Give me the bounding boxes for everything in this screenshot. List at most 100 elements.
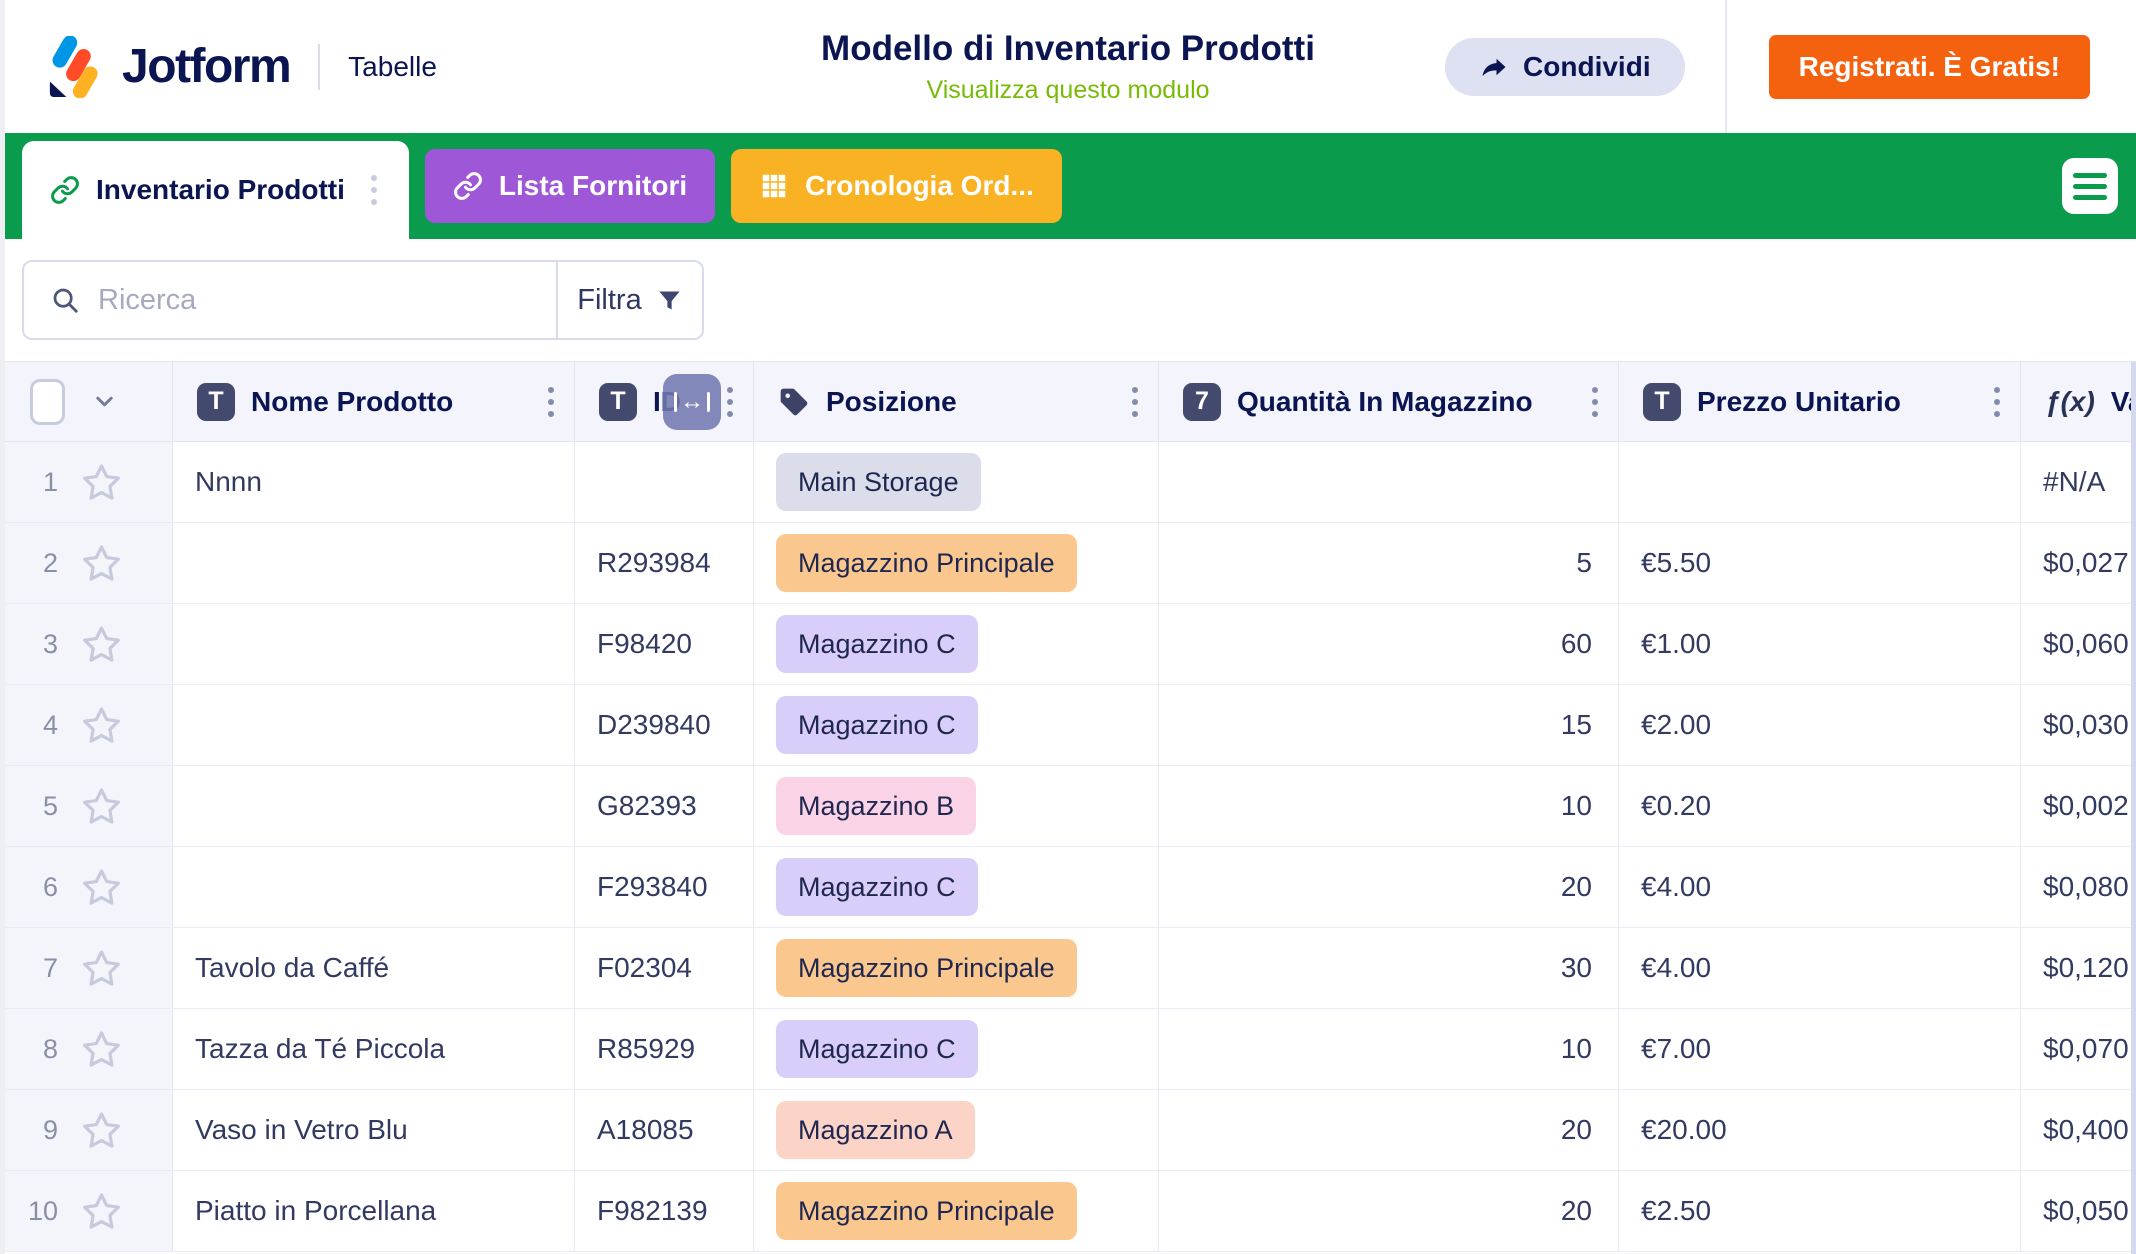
column-header-nome-prodotto[interactable]: TNome Prodotto [173, 362, 575, 441]
column-header-val[interactable]: ƒ(x)Val [2021, 362, 2136, 441]
cell-unit-price[interactable]: €2.50 [1619, 1171, 2021, 1251]
cell-location[interactable]: Magazzino C [754, 685, 1159, 765]
column-header-quantit-in-magazzino[interactable]: 7Quantità In Magazzino [1159, 362, 1619, 441]
chevron-down-icon[interactable] [91, 388, 118, 415]
cell-unit-price[interactable]: €1.00 [1619, 604, 2021, 684]
favorite-star-icon[interactable] [80, 461, 123, 504]
column-header-id[interactable]: TID↔ [575, 362, 754, 441]
row-header-cell[interactable]: 4 [0, 685, 173, 765]
cell-name[interactable] [173, 847, 575, 927]
column-menu-kebab-icon[interactable] [1990, 383, 2004, 421]
cell-unit-price[interactable]: €20.00 [1619, 1090, 2021, 1170]
cell-location[interactable]: Magazzino A [754, 1090, 1159, 1170]
signup-button[interactable]: Registrati. È Gratis! [1769, 35, 2090, 99]
favorite-star-icon[interactable] [80, 866, 123, 909]
row-header-cell[interactable]: 7 [0, 928, 173, 1008]
cell-location[interactable]: Magazzino Principale [754, 928, 1159, 1008]
cell-id[interactable]: G82393 [575, 766, 754, 846]
cell-name[interactable]: Nnnn [173, 442, 575, 522]
column-header-prezzo-unitario[interactable]: TPrezzo Unitario [1619, 362, 2021, 441]
cell-quantity[interactable]: 20 [1159, 847, 1619, 927]
search-input[interactable] [98, 284, 556, 317]
cell-value[interactable]: $0,070. [2021, 1009, 2136, 1089]
cell-quantity[interactable]: 15 [1159, 685, 1619, 765]
cell-value[interactable]: $0,120.0 [2021, 928, 2136, 1008]
cell-unit-price[interactable]: €4.00 [1619, 847, 2021, 927]
share-button[interactable]: Condividi [1445, 38, 1685, 96]
row-header-cell[interactable]: 9 [0, 1090, 173, 1170]
cell-value[interactable]: $0,002. [2021, 766, 2136, 846]
cell-id[interactable]: F982139 [575, 1171, 754, 1251]
cell-location[interactable]: Magazzino Principale [754, 1171, 1159, 1251]
cell-name[interactable]: Piatto in Porcellana [173, 1171, 575, 1251]
row-header-cell[interactable]: 10 [0, 1171, 173, 1251]
menu-button[interactable] [2062, 158, 2118, 214]
cell-quantity[interactable]: 20 [1159, 1090, 1619, 1170]
favorite-star-icon[interactable] [80, 1028, 123, 1071]
cell-id[interactable]: R85929 [575, 1009, 754, 1089]
cell-id[interactable]: A18085 [575, 1090, 754, 1170]
favorite-star-icon[interactable] [80, 1109, 123, 1152]
column-menu-kebab-icon[interactable] [367, 171, 381, 209]
tab-lista-fornitori[interactable]: Lista Fornitori [425, 149, 715, 223]
cell-location[interactable]: Magazzino Principale [754, 523, 1159, 603]
cell-id[interactable]: R293984 [575, 523, 754, 603]
favorite-star-icon[interactable] [80, 1190, 123, 1233]
cell-name[interactable]: Vaso in Vetro Blu [173, 1090, 575, 1170]
cell-quantity[interactable]: 10 [1159, 1009, 1619, 1089]
cell-id[interactable]: F02304 [575, 928, 754, 1008]
cell-id[interactable] [575, 442, 754, 522]
cell-id[interactable]: F293840 [575, 847, 754, 927]
cell-location[interactable]: Magazzino B [754, 766, 1159, 846]
cell-name[interactable]: Tazza da Té Piccola [173, 1009, 575, 1089]
cell-quantity[interactable]: 10 [1159, 766, 1619, 846]
column-menu-kebab-icon[interactable] [1588, 383, 1602, 421]
tab-cronologia-ord[interactable]: Cronologia Ord... [731, 149, 1062, 223]
row-header-cell[interactable]: 2 [0, 523, 173, 603]
row-header-cell[interactable]: 5 [0, 766, 173, 846]
select-all-checkbox[interactable] [30, 379, 65, 425]
cell-quantity[interactable]: 20 [1159, 1171, 1619, 1251]
scrollbar-track[interactable] [2131, 362, 2136, 1254]
cell-value[interactable]: $0,060. [2021, 604, 2136, 684]
cell-value[interactable]: $0,030. [2021, 685, 2136, 765]
cell-name[interactable] [173, 766, 575, 846]
column-header-posizione[interactable]: Posizione [754, 362, 1159, 441]
cell-location[interactable]: Main Storage [754, 442, 1159, 522]
favorite-star-icon[interactable] [80, 623, 123, 666]
column-menu-kebab-icon[interactable] [544, 383, 558, 421]
column-resize-handle-icon[interactable]: ↔ [663, 374, 721, 430]
cell-unit-price[interactable]: €2.00 [1619, 685, 2021, 765]
cell-value[interactable]: $0,027. [2021, 523, 2136, 603]
cell-unit-price[interactable]: €0.20 [1619, 766, 2021, 846]
favorite-star-icon[interactable] [80, 947, 123, 990]
cell-value[interactable]: #N/A [2021, 442, 2136, 522]
cell-value[interactable]: $0,050. [2021, 1171, 2136, 1251]
row-header-cell[interactable]: 6 [0, 847, 173, 927]
favorite-star-icon[interactable] [80, 542, 123, 585]
row-header-cell[interactable]: 8 [0, 1009, 173, 1089]
cell-location[interactable]: Magazzino C [754, 1009, 1159, 1089]
cell-quantity[interactable] [1159, 442, 1619, 522]
cell-quantity[interactable]: 30 [1159, 928, 1619, 1008]
cell-unit-price[interactable] [1619, 442, 2021, 522]
cell-unit-price[interactable]: €7.00 [1619, 1009, 2021, 1089]
cell-unit-price[interactable]: €4.00 [1619, 928, 2021, 1008]
cell-quantity[interactable]: 60 [1159, 604, 1619, 684]
cell-name[interactable] [173, 523, 575, 603]
row-header-cell[interactable]: 3 [0, 604, 173, 684]
cell-value[interactable]: $0,080. [2021, 847, 2136, 927]
cell-quantity[interactable]: 5 [1159, 523, 1619, 603]
cell-location[interactable]: Magazzino C [754, 604, 1159, 684]
cell-id[interactable]: D239840 [575, 685, 754, 765]
column-menu-kebab-icon[interactable] [1128, 383, 1142, 421]
view-form-link[interactable]: Visualizza questo modulo [926, 76, 1209, 105]
tab-inventario-prodotti[interactable]: Inventario Prodotti [22, 141, 409, 239]
cell-location[interactable]: Magazzino C [754, 847, 1159, 927]
cell-unit-price[interactable]: €5.50 [1619, 523, 2021, 603]
filter-button[interactable]: Filtra [556, 262, 702, 338]
cell-name[interactable] [173, 685, 575, 765]
logo-group[interactable]: Jotform Tabelle [46, 36, 437, 98]
cell-name[interactable]: Tavolo da Caffé [173, 928, 575, 1008]
cell-value[interactable]: $0,400 [2021, 1090, 2136, 1170]
